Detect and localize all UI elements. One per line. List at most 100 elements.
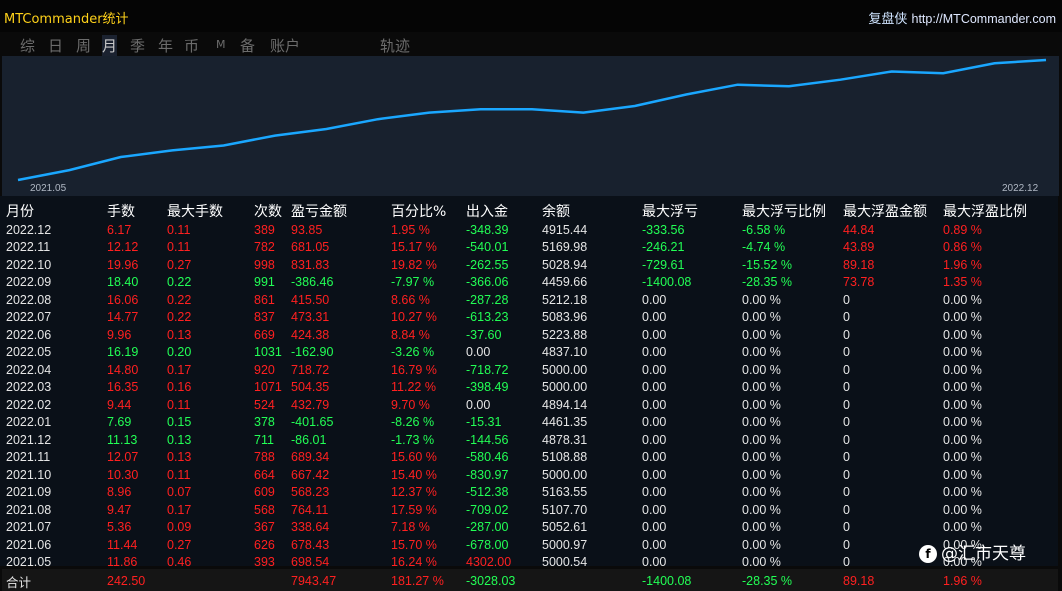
table-row[interactable]: 2021.10 10.30 0.11 664 667.42 15.40 % -830.97 5… xyxy=(6,466,1038,484)
table-row[interactable]: 2022.01 7.69 0.15 378 -401.65 -8.26 % -15.31 44… xyxy=(6,414,1038,432)
cell-6: -348.39 xyxy=(466,222,509,237)
col-header-0[interactable]: 月份 xyxy=(6,201,107,221)
table-row[interactable]: 2021.06 11.44 0.27 626 678.43 15.70 % -678.00 5… xyxy=(6,536,1038,554)
tab-7[interactable]: M xyxy=(216,38,226,51)
cell-4: 432.79 xyxy=(291,397,330,412)
col-header-4[interactable]: 盈亏金额 xyxy=(291,201,391,221)
cell-0: 2021.11 xyxy=(6,450,51,465)
tab-4[interactable]: 季 xyxy=(130,35,145,56)
watermark-logo-icon: f xyxy=(919,545,937,563)
total-row[interactable]: 合计 242.50 7943.47 181.27 % -3028.03 -1400.08 -… xyxy=(6,571,1038,591)
table-row[interactable]: 2021.11 12.07 0.13 788 689.34 15.60 % -580.46 5… xyxy=(6,449,1038,467)
cell-0: 2021.09 xyxy=(6,485,52,500)
table-row[interactable]: 2022.10 19.96 0.27 998 831.83 19.82 % -262.55 5… xyxy=(6,256,1038,274)
cell-8: -1400.08 xyxy=(642,574,692,588)
cell-6: 0.00 xyxy=(466,397,491,412)
cell-5: 15.70 % xyxy=(391,537,437,552)
cell-5: -1.73 % xyxy=(391,432,435,447)
cell-5: 17.59 % xyxy=(391,502,437,517)
cell-11: 0.00 % xyxy=(943,502,982,517)
cell-4: 718.72 xyxy=(291,362,330,377)
cell-10: 0 xyxy=(843,415,850,430)
col-header-7[interactable]: 余额 xyxy=(542,201,642,221)
tab-3[interactable]: 月 xyxy=(102,35,118,56)
cell-4: 681.05 xyxy=(291,240,330,255)
cell-5: 19.82 % xyxy=(391,257,437,272)
cell-6: -540.01 xyxy=(466,240,509,255)
table-row[interactable]: 2022.04 14.80 0.17 920 718.72 16.79 % -718.72 5… xyxy=(6,361,1038,379)
tab-8[interactable]: 备 xyxy=(240,35,255,56)
cell-8: 0.00 xyxy=(642,537,667,552)
col-header-10[interactable]: 最大浮盈金额 xyxy=(843,201,943,221)
table-row[interactable]: 2022.02 9.44 0.11 524 432.79 9.70 % 0.00 4894.1… xyxy=(6,396,1038,414)
cell-8: 0.00 xyxy=(642,467,667,482)
table-body: 2022.12 6.17 0.11 389 93.85 1.95 % -348.39 4915… xyxy=(6,221,1038,591)
brand-url-link[interactable]: http://MTCommander.com xyxy=(912,12,1057,26)
cell-8: 0.00 xyxy=(642,432,667,447)
watermark-text: @汇市天尊 xyxy=(941,544,1026,564)
cell-4: 504.35 xyxy=(291,380,330,395)
cell-0: 2022.04 xyxy=(6,362,52,377)
cell-9: 0.00 % xyxy=(742,502,781,517)
cell-3: 1071 xyxy=(254,380,282,395)
table-row[interactable]: 2022.09 18.40 0.22 991 -386.46 -7.97 % -366.06… xyxy=(6,274,1038,292)
cell-4: 424.38 xyxy=(291,327,330,342)
tab-0[interactable]: 综 xyxy=(20,35,35,56)
table-row[interactable]: 2021.05 11.86 0.46 393 698.54 16.24 % 4302.00 5… xyxy=(6,554,1038,572)
table-row[interactable]: 2021.08 9.47 0.17 568 764.11 17.59 % -709.02 51… xyxy=(6,501,1038,519)
cell-6: -580.46 xyxy=(466,450,509,465)
cell-3: 389 xyxy=(254,222,275,237)
cell-6: -398.49 xyxy=(466,380,509,395)
table-row[interactable]: 2022.07 14.77 0.22 837 473.31 10.27 % -613.23 5… xyxy=(6,309,1038,327)
col-header-1[interactable]: 手数 xyxy=(107,201,167,221)
table-row[interactable]: 2021.12 11.13 0.13 711 -86.01 -1.73 % -144.56 4… xyxy=(6,431,1038,449)
cell-8: -1400.08 xyxy=(642,275,692,290)
cell-7: 4915.44 xyxy=(542,222,588,237)
table-row[interactable]: 2022.11 12.12 0.11 782 681.05 15.17 % -540.01 5… xyxy=(6,239,1038,257)
tab-10[interactable]: 轨迹 xyxy=(380,35,410,56)
col-header-6[interactable]: 出入金 xyxy=(466,201,542,221)
cell-2: 0.07 xyxy=(167,485,192,500)
tab-1[interactable]: 日 xyxy=(48,35,63,56)
cell-1: 7.69 xyxy=(107,415,132,430)
cell-10: 0 xyxy=(843,467,850,482)
cell-7: 5108.88 xyxy=(542,450,588,465)
cell-2: 0.22 xyxy=(167,275,192,290)
cell-0: 2022.06 xyxy=(6,327,52,342)
col-header-9[interactable]: 最大浮亏比例 xyxy=(742,201,843,221)
cell-7 xyxy=(542,571,642,591)
cell-3: 524 xyxy=(254,397,275,412)
cell-3: 788 xyxy=(254,450,275,465)
table-row[interactable]: 2022.06 9.96 0.13 669 424.38 8.84 % -37.60 5223… xyxy=(6,326,1038,344)
cell-7: 5107.70 xyxy=(542,502,588,517)
tab-6[interactable]: 币 xyxy=(184,35,199,56)
cell-1: 19.96 xyxy=(107,257,139,272)
tab-9[interactable]: 账户 xyxy=(270,35,300,56)
tab-5[interactable]: 年 xyxy=(158,35,173,56)
table-row[interactable]: 2022.03 16.35 0.16 1071 504.35 11.22 % -398.49… xyxy=(6,379,1038,397)
col-header-5[interactable]: 百分比% xyxy=(391,201,466,221)
cell-11: 0.00 % xyxy=(943,345,982,360)
col-header-2[interactable]: 最大手数 xyxy=(167,201,254,221)
tab-2[interactable]: 周 xyxy=(76,35,91,56)
col-header-11[interactable]: 最大浮盈比例 xyxy=(943,201,1038,221)
cell-0: 2022.12 xyxy=(6,222,52,237)
col-header-3[interactable]: 次数 xyxy=(254,201,291,221)
cell-1: 11.44 xyxy=(107,537,138,552)
cell-0: 2021.12 xyxy=(6,432,52,447)
cell-4: 473.31 xyxy=(291,310,330,325)
cell-7: 4878.31 xyxy=(542,432,588,447)
cell-4: 689.34 xyxy=(291,450,330,465)
table-row[interactable]: 2022.08 16.06 0.22 861 415.50 8.66 % -287.28 52… xyxy=(6,291,1038,309)
cell-6: -366.06 xyxy=(466,275,509,290)
table-row[interactable]: 2021.09 8.96 0.07 609 568.23 12.37 % -512.38 51… xyxy=(6,484,1038,502)
table-row[interactable]: 2022.12 6.17 0.11 389 93.85 1.95 % -348.39 4915… xyxy=(6,221,1038,239)
table-row[interactable]: 2022.05 16.19 0.20 1031 -162.90 -3.26 % 0.00 48… xyxy=(6,344,1038,362)
cell-11: 0.00 % xyxy=(943,485,982,500)
cell-3: 920 xyxy=(254,362,275,377)
cell-11: 0.00 % xyxy=(943,292,982,307)
table-row[interactable]: 2021.07 5.36 0.09 367 338.64 7.18 % -287.00 505… xyxy=(6,519,1038,537)
col-header-8[interactable]: 最大浮亏 xyxy=(642,201,742,221)
cell-6: -512.38 xyxy=(466,485,509,500)
cell-5: 16.24 % xyxy=(391,555,437,570)
